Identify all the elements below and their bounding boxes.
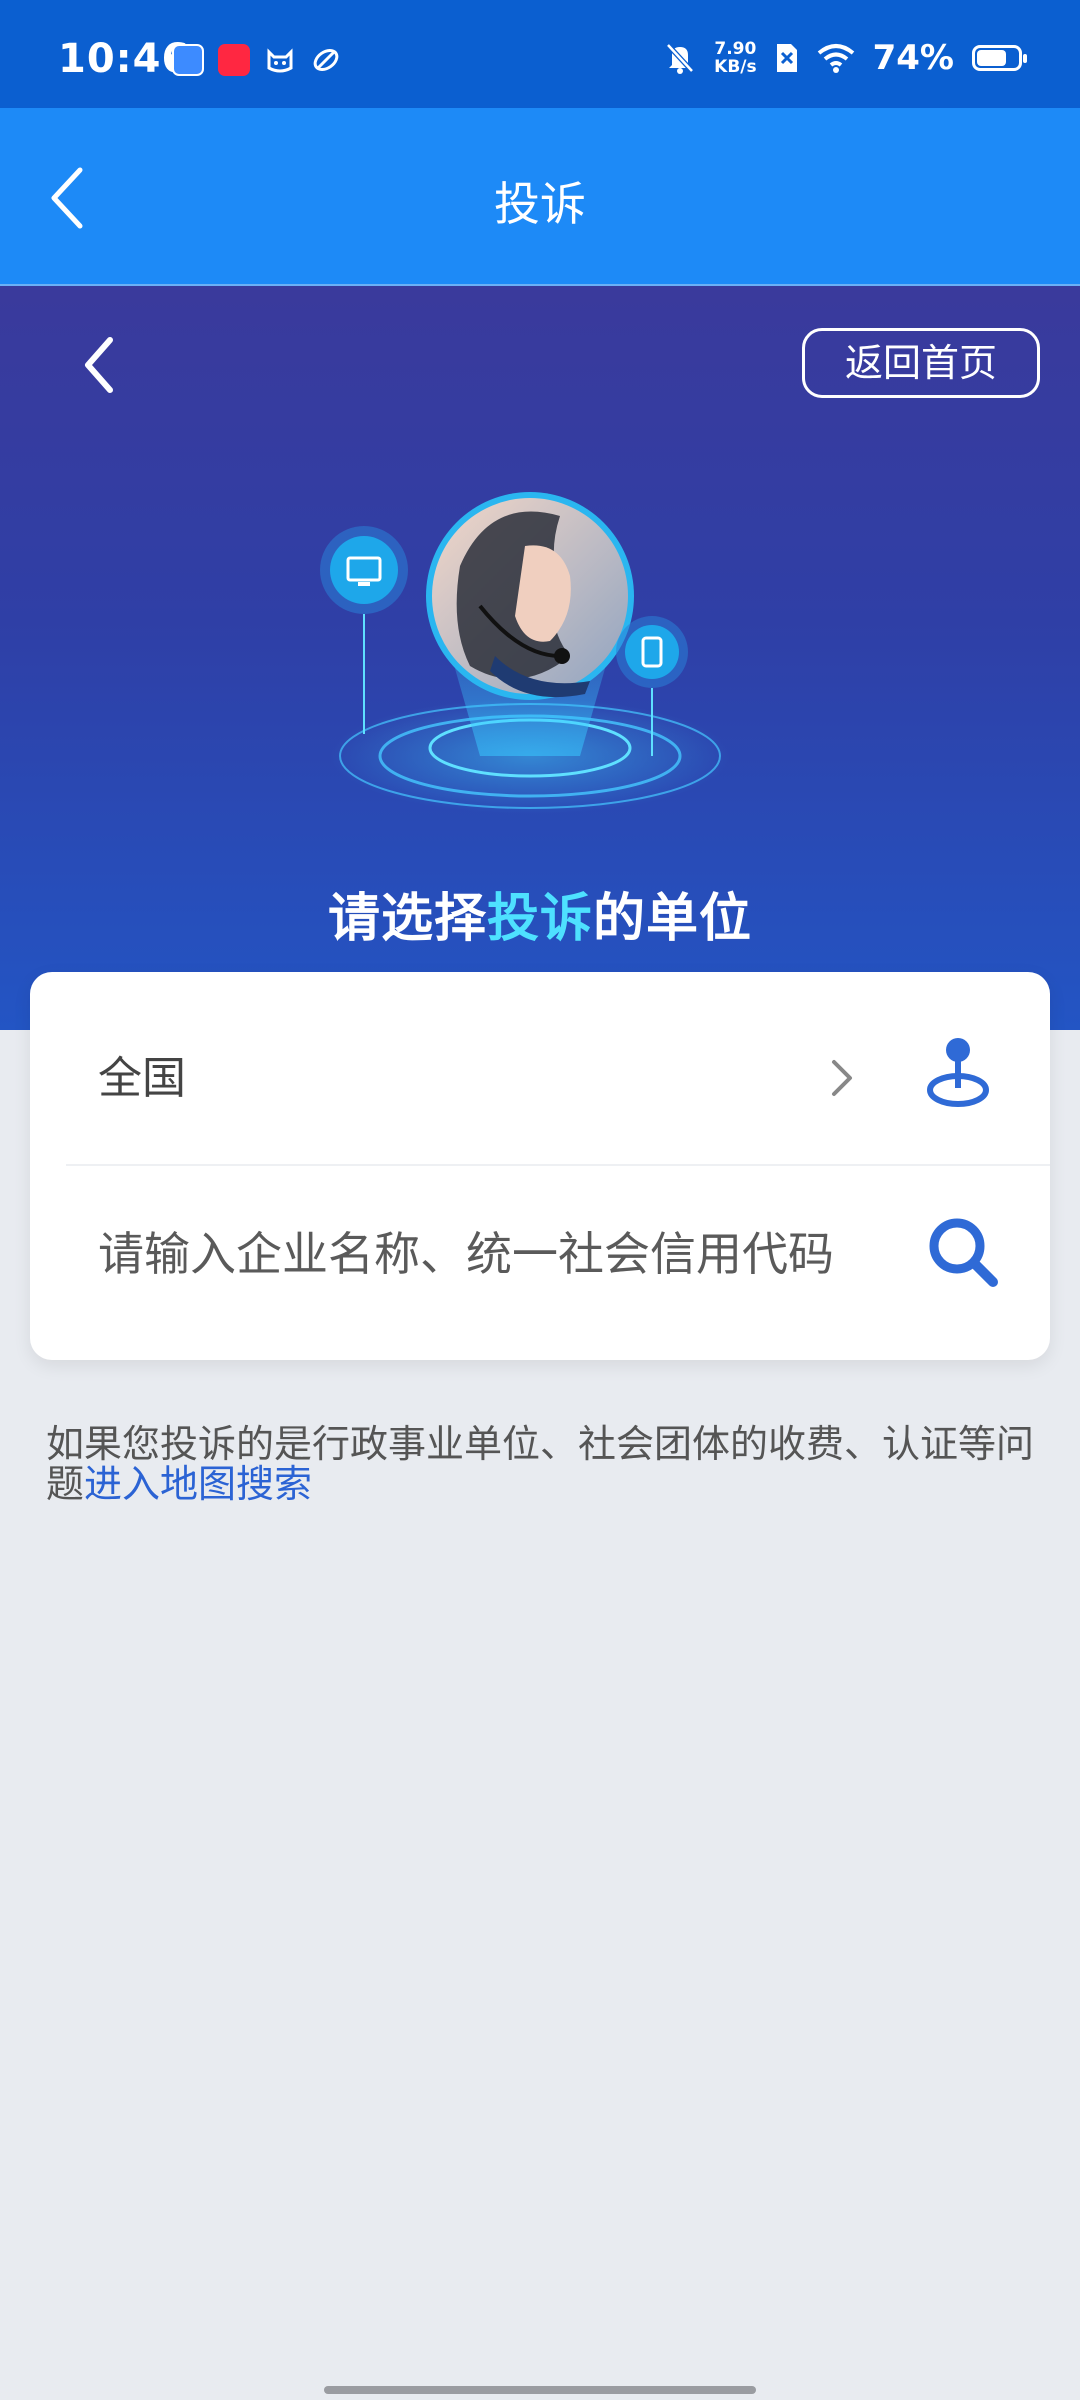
company-search-input[interactable] [96, 1198, 920, 1310]
app-icon-xiaohongshu [218, 44, 250, 76]
mute-bell-icon [666, 43, 694, 74]
hint-text: 如果您投诉的是行政事业单位、社会团体的收费、认证等问题进入地图搜索 [46, 1424, 1036, 1504]
navigation-bar: 投诉 [0, 108, 1080, 286]
battery-percent: 74% [872, 38, 954, 78]
divider [66, 1164, 1050, 1166]
battery-level [977, 50, 1006, 66]
selection-card: 全国 [30, 972, 1050, 1360]
net-speed-value: 7.90 [714, 39, 757, 59]
net-speed-unit: KB/s [714, 57, 757, 77]
region-label: 全国 [98, 1053, 186, 1104]
heading-part-1: 请选择 [327, 889, 487, 949]
return-home-button[interactable]: 返回首页 [802, 328, 1040, 398]
hero-heading: 请选择投诉的单位 [0, 876, 1080, 951]
location-pin-icon[interactable] [923, 1034, 993, 1114]
status-right: 7.90 KB/s 74% [664, 38, 1027, 78]
status-bar: 10:46 7.90 KB/s 74% [0, 0, 1080, 108]
swirl-icon [310, 44, 342, 76]
hero-banner: 返回首页 请选择投诉的单位 [0, 286, 1080, 1030]
status-time: 10:46 [58, 36, 191, 82]
cat-icon [264, 44, 296, 76]
network-speed: 7.90 KB/s [714, 40, 756, 76]
app-icon-1 [172, 44, 204, 76]
battery-icon [972, 45, 1027, 71]
page-title: 投诉 [494, 177, 586, 231]
home-indicator[interactable] [324, 2386, 756, 2394]
search-icon[interactable] [923, 1212, 1003, 1292]
region-selector[interactable]: 全国 [30, 972, 1050, 1164]
customer-service-illustration [320, 492, 730, 814]
heading-part-2: 的单位 [593, 889, 753, 949]
hero-back-icon[interactable] [76, 330, 124, 400]
status-app-icons [172, 44, 342, 76]
sim-off-icon [776, 44, 797, 72]
wifi-icon [817, 44, 854, 73]
map-search-link[interactable]: 进入地图搜索 [84, 1462, 312, 1506]
chevron-right-icon [832, 1060, 852, 1096]
heading-highlight: 投诉 [486, 889, 593, 949]
